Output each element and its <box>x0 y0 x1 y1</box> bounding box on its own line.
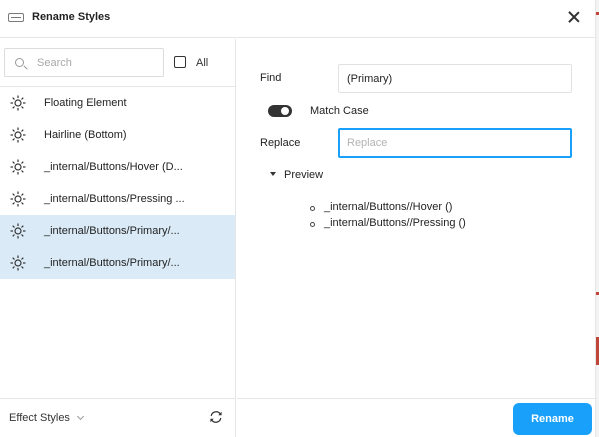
style-category-footer: Effect Styles <box>0 398 236 437</box>
list-item-label: _internal/Buttons/Primary/... <box>44 257 180 269</box>
bullet-icon <box>310 206 315 211</box>
list-item[interactable]: _internal/Buttons/Primary/... <box>0 247 235 279</box>
all-checkbox[interactable] <box>174 56 186 68</box>
replace-input[interactable] <box>338 128 572 158</box>
preview-item-label: _internal/Buttons//Hover () <box>324 201 453 213</box>
list-item[interactable]: _internal/Buttons/Primary/... <box>0 215 235 247</box>
list-item-label: _internal/Buttons/Hover (D... <box>44 161 183 173</box>
list-item[interactable]: Hairline (Bottom) <box>0 119 235 151</box>
refresh-icon[interactable] <box>209 410 223 424</box>
dialog-header: Rename Styles <box>0 0 596 38</box>
preview-item: _internal/Buttons//Pressing () <box>310 217 466 233</box>
rename-button[interactable]: Rename <box>513 403 592 435</box>
preview-item-label: _internal/Buttons//Pressing () <box>324 217 466 229</box>
effect-sun-icon <box>10 255 26 271</box>
list-item[interactable]: Floating Element <box>0 87 235 119</box>
list-item[interactable]: _internal/Buttons/Hover (D... <box>0 151 235 183</box>
all-label: All <box>196 57 209 69</box>
search-input[interactable] <box>37 55 157 71</box>
effect-sun-icon <box>10 95 26 111</box>
match-case-toggle[interactable] <box>268 105 292 117</box>
match-case-label: Match Case <box>310 105 369 117</box>
style-list-panel: All Floating Element Hairline (Bottom) _… <box>0 39 236 398</box>
close-icon[interactable] <box>566 9 582 25</box>
list-item-label: _internal/Buttons/Pressing ... <box>44 193 185 205</box>
preview-item: _internal/Buttons//Hover () <box>310 201 466 217</box>
list-item-label: Hairline (Bottom) <box>44 129 127 141</box>
chevron-down-icon[interactable] <box>76 412 85 421</box>
style-list: Floating Element Hairline (Bottom) _inte… <box>0 87 235 279</box>
styles-icon <box>8 13 24 22</box>
list-item-label: Floating Element <box>44 97 127 109</box>
preview-toggle[interactable]: Preview <box>284 169 323 181</box>
preview-list: _internal/Buttons//Hover () _internal/Bu… <box>310 201 466 233</box>
dialog-footer: Rename <box>237 398 596 437</box>
dialog-title: Rename Styles <box>32 11 111 23</box>
find-label: Find <box>260 72 282 84</box>
bullet-icon <box>310 222 315 227</box>
style-category-dropdown[interactable]: Effect Styles <box>9 412 70 424</box>
search-box[interactable] <box>4 48 164 77</box>
effect-sun-icon <box>10 223 26 239</box>
find-input[interactable] <box>338 64 572 93</box>
rename-form-panel: Find Match Case Replace Preview _interna… <box>237 39 596 398</box>
caret-down-icon[interactable] <box>270 172 276 176</box>
toggle-knob <box>281 107 289 115</box>
search-icon <box>15 58 24 67</box>
list-item[interactable]: _internal/Buttons/Pressing ... <box>0 183 235 215</box>
rename-styles-dialog: Rename Styles All Floating Element Hairl… <box>0 0 596 437</box>
effect-sun-icon <box>10 127 26 143</box>
replace-label: Replace <box>260 137 301 149</box>
effect-sun-icon <box>10 191 26 207</box>
list-item-label: _internal/Buttons/Primary/... <box>44 225 180 237</box>
effect-sun-icon <box>10 159 26 175</box>
